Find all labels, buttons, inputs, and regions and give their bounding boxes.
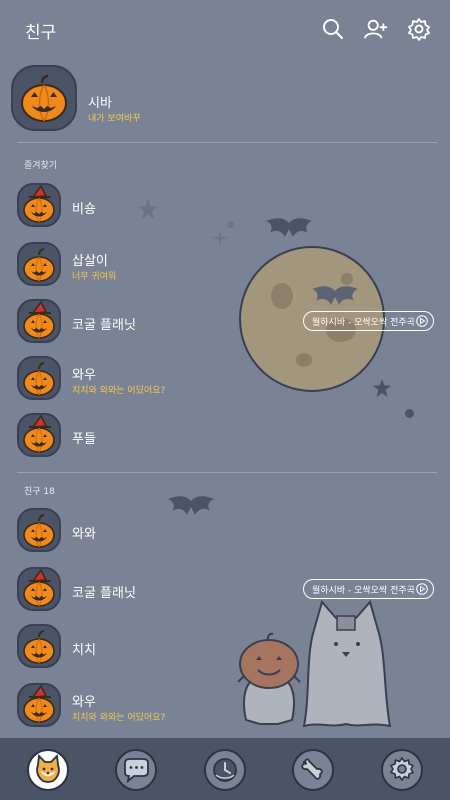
friend-name: 치치 [72,643,96,658]
friend-name: 와우 [72,368,96,383]
avatar[interactable] [17,683,61,727]
nav-friends[interactable] [27,749,69,791]
favorites-section-label: 즐겨찾기 [24,161,58,171]
friend-name: 코굴 플래닛 [72,586,136,601]
avatar[interactable] [11,65,77,131]
pumpkin-avatar-icon [23,685,55,723]
pumpkin-avatar-icon [23,514,55,548]
pumpkin-avatar-icon [23,415,55,453]
avatar[interactable] [17,242,61,286]
top-bar: 친구 [0,0,450,60]
bone-icon [301,758,323,780]
avatar[interactable] [17,567,61,611]
play-icon [416,315,428,327]
friend-list-item[interactable]: 푸들 [0,413,450,465]
friend-name: 삽살이 [72,254,108,269]
settings-icon[interactable] [407,17,431,41]
friend-list-item[interactable]: 치치 [0,624,450,676]
gear-icon [390,757,414,781]
nav-view[interactable] [204,749,246,791]
pumpkin-avatar-icon [23,301,55,339]
friend-name: 와우 [72,695,96,710]
profile-name: 시바 [88,96,112,111]
play-icon [416,583,428,595]
pumpkin-avatar-icon [23,362,55,396]
page-title: 친구 [25,23,57,43]
chat-bubble-icon [124,758,149,784]
add-friend-icon[interactable] [364,17,388,41]
friend-status: 치치와 와와는 어딨어요? [72,713,166,723]
friend-list-item[interactable]: 비숑 [0,183,450,235]
friend-list-item[interactable]: 와우치치와 와와는 어딨어요? [0,683,450,735]
friend-status: 너무 귀여워 [72,272,117,282]
music-title: 월하시바 - 오싹오싹 전주곡 [312,318,415,328]
nav-chats[interactable] [115,749,157,791]
avatar[interactable] [17,356,61,400]
pumpkin-avatar-icon [23,248,55,282]
pumpkin-avatar-icon [23,569,55,607]
pumpkin-avatar-icon [23,630,55,664]
search-icon[interactable] [321,17,345,41]
friend-name: 와와 [72,527,96,542]
my-profile[interactable]: 시바 내가 보여바꾸 [0,63,450,141]
friend-list-item[interactable]: 와와 [0,508,450,560]
divider [17,472,437,473]
avatar[interactable] [17,624,61,668]
music-pill[interactable]: 월하시바 - 오싹오싹 전주곡 [303,579,434,599]
friend-list-item[interactable]: 삽살이너무 귀여워 [0,242,450,294]
friends-screen: 친구 시바 내가 보여바꾸 즐겨찾기 비숑 삽살이 너무 귀여워 코굴 플래닛 와우 치치… [0,0,450,800]
avatar[interactable] [17,508,61,552]
friend-name: 푸들 [72,432,96,447]
divider [17,142,437,143]
music-title: 월하시바 - 오싹오싹 전주곡 [312,586,415,596]
avatar[interactable] [17,299,61,343]
friend-list-item[interactable]: 와우치치와 와와는 어딨어요? [0,356,450,408]
avatar[interactable] [17,183,61,227]
nav-more[interactable] [381,749,423,791]
bottom-nav [0,738,450,800]
clock-icon [213,758,237,782]
friend-name: 코굴 플래닛 [72,318,136,333]
shiba-face-icon [36,754,60,783]
friends-section-label: 친구 18 [24,487,55,497]
pumpkin-avatar-icon [21,74,67,122]
profile-status: 내가 보여바꾸 [88,114,141,124]
nav-shop[interactable] [292,749,334,791]
friend-status: 치치와 와와는 어딨어요? [72,386,166,396]
music-pill[interactable]: 월하시바 - 오싹오싹 전주곡 [303,311,434,331]
friend-name: 비숑 [72,202,96,217]
pumpkin-avatar-icon [23,185,55,223]
avatar[interactable] [17,413,61,457]
